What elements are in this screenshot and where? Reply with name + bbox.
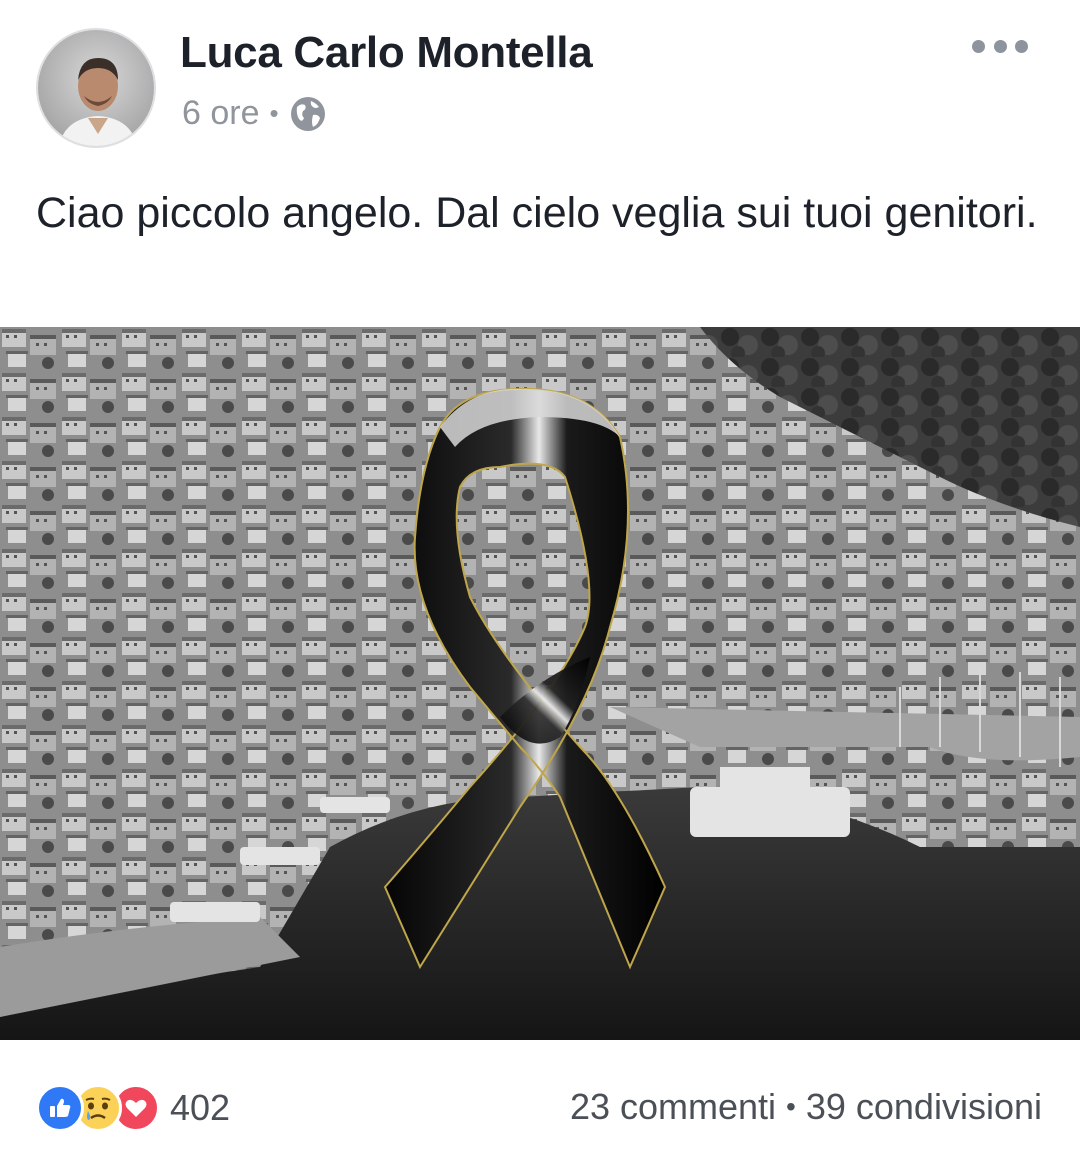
post-footer: 402 23 commenti • 39 condivisioni xyxy=(0,1040,1080,1155)
meta-separator: • xyxy=(269,98,279,128)
reaction-count: 402 xyxy=(170,1087,231,1128)
post-photo[interactable] xyxy=(0,327,1080,1040)
author-avatar[interactable] xyxy=(36,28,156,148)
post-time[interactable]: 6 ore xyxy=(182,94,260,133)
reactions-summary[interactable]: 402 xyxy=(36,1084,230,1132)
author-name[interactable]: Luca Carlo Montella xyxy=(180,28,593,78)
post-meta: 6 ore • xyxy=(182,94,327,133)
post-text: Ciao piccolo angelo. Dal cielo veglia su… xyxy=(36,189,1038,237)
shares-count[interactable]: 39 condivisioni xyxy=(806,1086,1042,1128)
post-header: Luca Carlo Montella 6 ore • xyxy=(0,0,1080,160)
comments-count[interactable]: 23 commenti xyxy=(570,1086,776,1128)
globe-icon[interactable] xyxy=(289,95,327,133)
more-options-icon[interactable] xyxy=(972,34,1028,58)
post-stats: 23 commenti • 39 condivisioni xyxy=(570,1086,1042,1128)
like-icon xyxy=(36,1084,84,1132)
stats-separator: • xyxy=(786,1091,796,1122)
